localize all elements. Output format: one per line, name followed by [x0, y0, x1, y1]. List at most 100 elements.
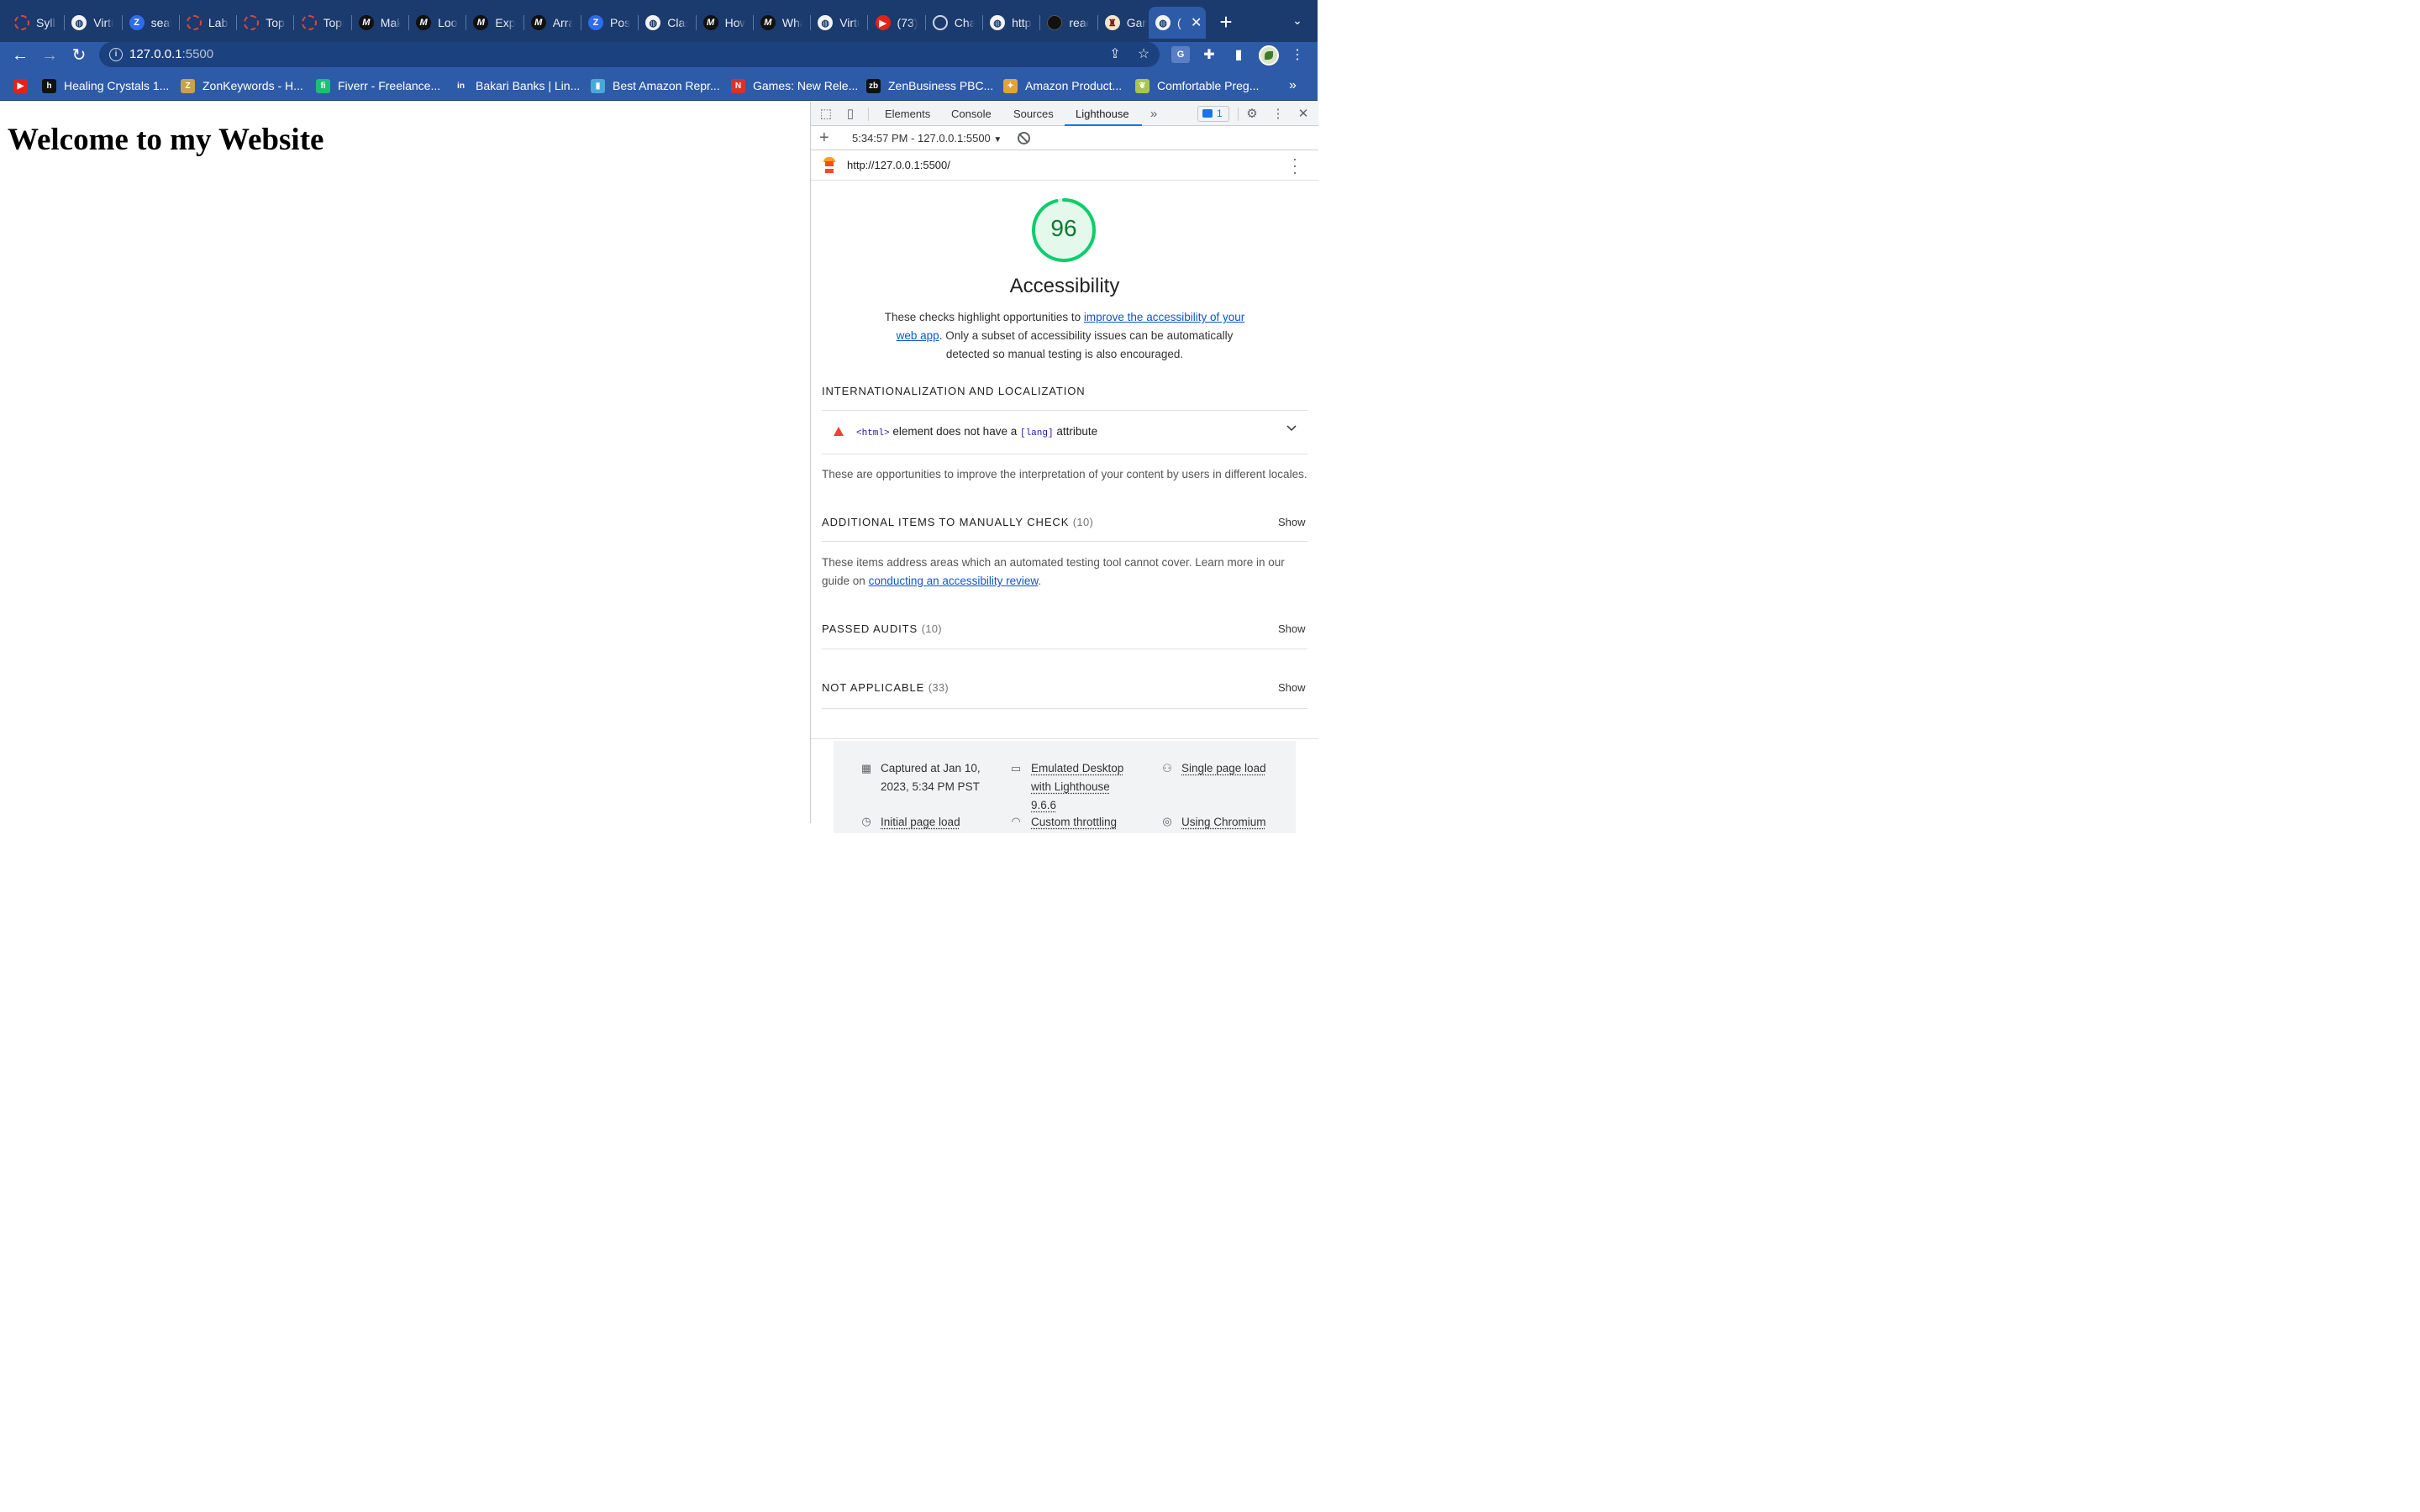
canvas-icon [244, 15, 260, 30]
devtools-menu-icon[interactable]: ⋮ [1270, 106, 1286, 123]
user-flow-icon: ⚇ [1162, 762, 1172, 774]
new-tab-button[interactable]: + [1215, 11, 1237, 34]
browser-tab[interactable]: read [1040, 7, 1098, 39]
forward-button[interactable]: → [39, 45, 60, 66]
m-icon: M [702, 15, 718, 30]
globe-icon: ◍ [818, 15, 834, 30]
bookmarks-overflow-icon[interactable]: » [1289, 78, 1297, 93]
tab-elements[interactable]: Elements [885, 108, 930, 120]
bookmark-item[interactable]: Z ZonKeywords - H... [181, 77, 303, 94]
chrome-menu-icon[interactable]: ⋮ [1288, 46, 1307, 65]
chevron-down-icon[interactable] [1286, 423, 1297, 433]
browser-tab[interactable]: M Loop [409, 7, 467, 39]
tab-lighthouse[interactable]: Lighthouse [1076, 108, 1129, 120]
bookmark-item[interactable]: ✦ Amazon Product... [1003, 77, 1122, 94]
browser-tab[interactable]: Z Pos [581, 7, 639, 39]
tab-console[interactable]: Console [951, 108, 992, 120]
browser-tab[interactable]: ◍ Virtual [811, 7, 869, 39]
browser-tab[interactable]: M Exp [466, 7, 524, 39]
canvas-icon [186, 15, 202, 30]
inspect-element-icon[interactable]: ⬚ [818, 106, 834, 123]
site-info-icon[interactable]: i [109, 48, 123, 61]
section-passed-heading[interactable]: PASSED AUDITS (10) [822, 622, 942, 635]
i18n-note: These are opportunities to improve the i… [822, 468, 1307, 480]
bookmark-label: Games: New Rele... [753, 79, 859, 92]
page-heading: Welcome to my Website [8, 123, 324, 157]
reload-button[interactable]: ↻ [69, 45, 89, 66]
manual-show-button[interactable]: Show [1278, 516, 1306, 528]
accessibility-review-link[interactable]: conducting an accessibility review [869, 575, 1039, 587]
browser-tab[interactable]: M How [697, 7, 754, 39]
close-tab-icon[interactable]: ✕ [1191, 14, 1202, 31]
audit-html-lang[interactable]: <html> element does not have a [lang] at… [811, 410, 1318, 454]
tab-search-chevron-icon[interactable]: ⌄ [1289, 13, 1306, 30]
zb-icon: zb [866, 78, 881, 93]
browser-tab[interactable]: Syllabus [8, 7, 66, 39]
new-report-icon[interactable]: + [819, 129, 829, 148]
tab-sources[interactable]: Sources [1013, 108, 1054, 120]
back-button[interactable]: ← [10, 45, 30, 66]
close-devtools-icon[interactable]: ✕ [1295, 106, 1312, 123]
browser-tab[interactable]: Topic [295, 7, 352, 39]
lighthouse-url-bar: http://127.0.0.1:5500/ · · · [811, 150, 1318, 181]
browser-tab[interactable]: Chat [926, 7, 984, 39]
canvas-icon [14, 15, 29, 30]
bookmark-item[interactable]: h Healing Crystals 1... [42, 77, 169, 94]
browser-tab[interactable]: ▶ (73) [869, 7, 926, 39]
browser-tab[interactable]: ♜ Game [1098, 7, 1155, 39]
report-menu-icon[interactable]: · · · [1290, 151, 1300, 180]
not-applicable-show-button[interactable]: Show [1278, 681, 1306, 694]
desktop-icon: ▭ [1010, 762, 1022, 774]
side-panel-icon[interactable]: ▮ [1229, 46, 1248, 65]
bookmark-star-icon[interactable]: ☆ [1136, 47, 1151, 62]
browser-tab[interactable]: ◍ http [983, 7, 1041, 39]
section-not-applicable-heading[interactable]: NOT APPLICABLE (33) [822, 681, 949, 694]
passed-show-button[interactable]: Show [1278, 622, 1306, 635]
bookmark-item[interactable]: fi Fiverr - Freelance... [316, 77, 440, 94]
m-icon: M [760, 15, 776, 30]
browser-tab[interactable]: ◍ Class [639, 7, 697, 39]
browser-tab[interactable]: Zseat [123, 7, 180, 39]
tab-title: seat [150, 16, 171, 29]
audited-url: http://127.0.0.1:5500/ [847, 159, 950, 171]
browser-tab[interactable]: ◍ Virtual [65, 7, 123, 39]
avatar[interactable] [1259, 45, 1279, 66]
browser-tab[interactable]: M Array [524, 7, 581, 39]
tab-active[interactable]: ◍ ( ✕ [1149, 7, 1206, 39]
clear-reports-icon[interactable] [1018, 132, 1030, 144]
translate-icon[interactable]: G [1171, 46, 1190, 63]
tab-title: Virtual [839, 16, 860, 29]
settings-gear-icon[interactable]: ⚙ [1244, 106, 1260, 123]
bookmark-item[interactable]: ❦ Comfortable Preg... [1135, 77, 1259, 94]
report-selector[interactable]: 5:34:57 PM - 127.0.0.1:5500 ▼ [852, 132, 1002, 144]
divider [811, 738, 1318, 739]
bookmark-item[interactable]: ▮ Best Amazon Repr... [591, 77, 720, 94]
extensions-icon[interactable]: ✚ [1200, 46, 1218, 65]
browser-tab[interactable]: M What [754, 7, 812, 39]
bookmark-item[interactable]: N Games: New Rele... [731, 77, 858, 94]
dropdown-arrow-icon: ▼ [993, 135, 1002, 144]
tab-title: Lab [208, 16, 229, 29]
bookmark-item[interactable]: ▶ [13, 77, 35, 94]
share-icon[interactable]: ⇪ [1107, 47, 1123, 62]
browser-tab[interactable]: M Make [352, 7, 410, 39]
address-url[interactable]: 127.0.0.1:5500 [129, 47, 213, 61]
device-toolbar-icon[interactable]: ▯ [842, 106, 859, 123]
address-bar[interactable]: i 127.0.0.1:5500 ⇪ ☆ [99, 42, 1160, 67]
calendar-icon: ▦ [860, 762, 872, 774]
browser-tab[interactable]: Lab [180, 7, 238, 39]
issues-badge[interactable]: 1 [1197, 106, 1229, 122]
bookmark-label: Healing Crystals 1... [64, 79, 170, 92]
browser-tab[interactable]: Topic [237, 7, 295, 39]
custom-throttling: Custom throttling [1031, 816, 1118, 828]
bookmark-label: Amazon Product... [1025, 79, 1123, 92]
n-icon: N [731, 78, 745, 93]
bookmark-item[interactable]: zb ZenBusiness PBC... [866, 77, 993, 94]
divider [822, 648, 1307, 649]
section-i18n-heading: INTERNATIONALIZATION AND LOCALIZATION [822, 385, 1086, 397]
tab-title: read [1069, 16, 1089, 29]
bookmark-item[interactable]: in Bakari Banks | Lin... [454, 77, 580, 94]
bookmark-label: Best Amazon Repr... [613, 79, 720, 92]
section-manual-heading[interactable]: ADDITIONAL ITEMS TO MANUALLY CHECK (10) [822, 516, 1093, 528]
more-tabs-icon[interactable]: » [1145, 106, 1162, 123]
